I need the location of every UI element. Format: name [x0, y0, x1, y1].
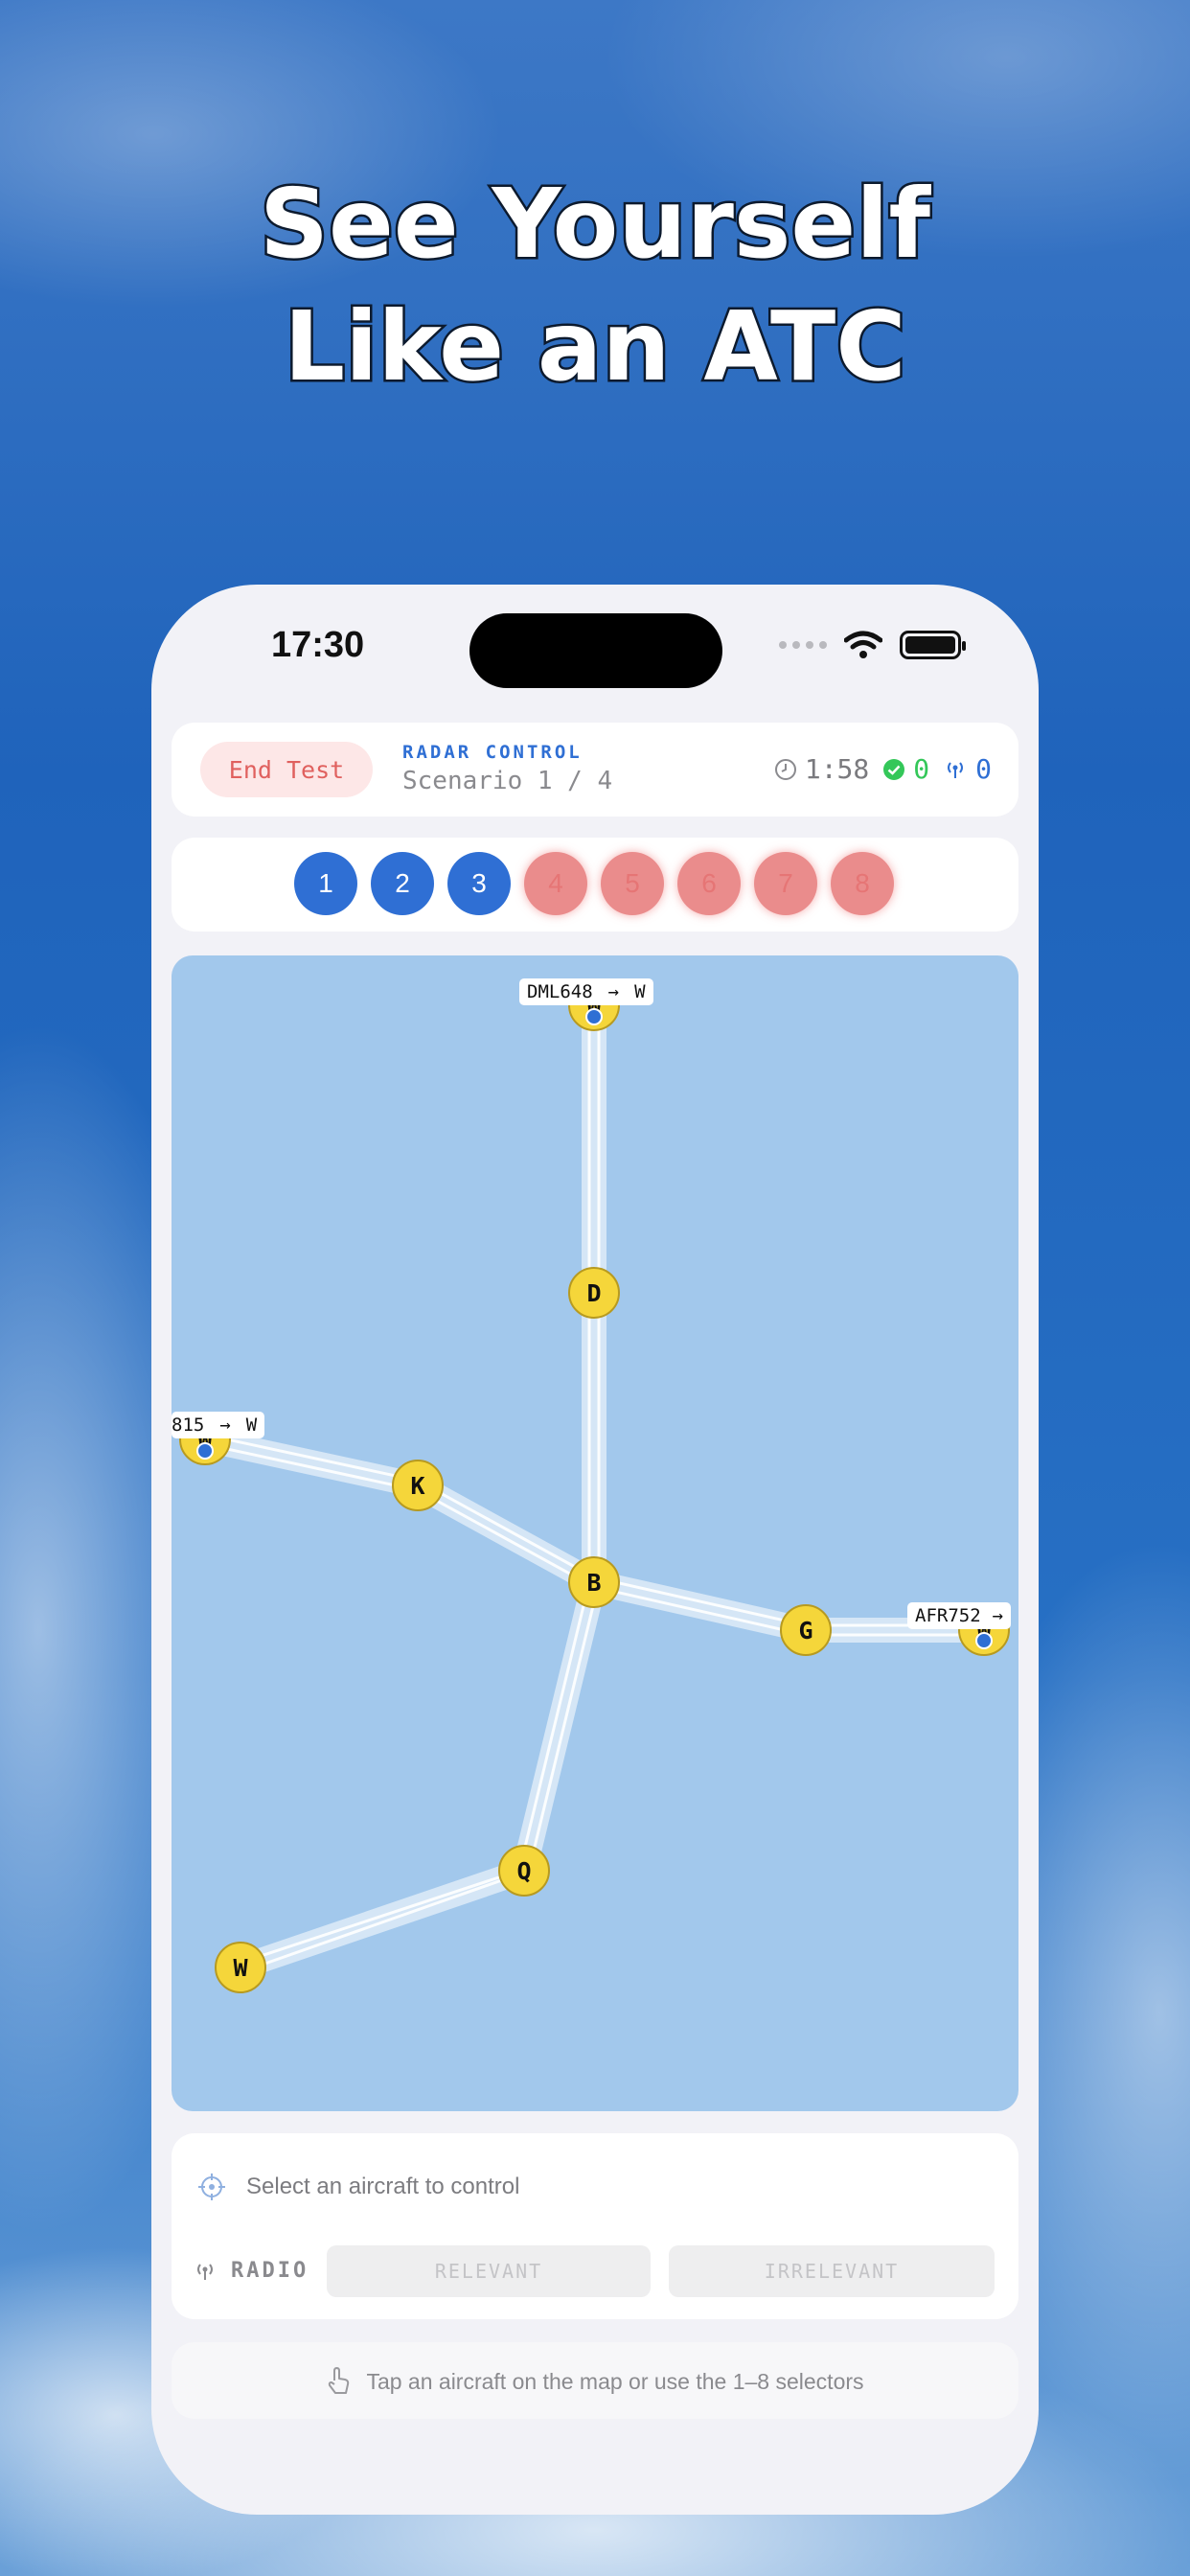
- aircraft-selector-6[interactable]: 6: [677, 852, 741, 915]
- fix-g[interactable]: G: [780, 1604, 832, 1656]
- arrow-icon: →: [992, 1605, 1004, 1626]
- destination: W: [634, 981, 646, 1002]
- control-hint: Select an aircraft to control: [196, 2172, 519, 2202]
- status-time: 17:30: [271, 625, 365, 665]
- scenario-counter: Scenario 1 / 4: [402, 767, 613, 795]
- aircraft-tag-815[interactable]: 815 → W: [172, 1412, 265, 1438]
- arrow-icon: →: [607, 981, 620, 1002]
- aircraft-selector-3[interactable]: 3: [447, 852, 511, 915]
- radar-map[interactable]: W D W K B G W Q W DML648 → W 815 → W AFR…: [172, 955, 1018, 2111]
- tip: Tap an aircraft on the map or use the 1–…: [172, 2367, 1018, 2396]
- aircraft-selector-card: 12345678: [172, 838, 1018, 932]
- tap-icon: [329, 2367, 350, 2394]
- dynamic-island: [469, 613, 722, 688]
- control-card: Select an aircraft to control RADIO RELE…: [172, 2133, 1018, 2319]
- callsign: AFR752: [915, 1605, 981, 1626]
- aircraft-tag-dml648[interactable]: DML648 → W: [519, 978, 653, 1005]
- aircraft-selector-5[interactable]: 5: [601, 852, 664, 915]
- radio-count: 0: [975, 753, 992, 785]
- wifi-icon: [844, 631, 882, 658]
- aircraft-dml648[interactable]: [585, 1008, 603, 1025]
- fix-q[interactable]: Q: [498, 1845, 550, 1897]
- tip-text: Tap an aircraft on the map or use the 1–…: [366, 2368, 864, 2394]
- relevant-button[interactable]: RELEVANT: [327, 2245, 651, 2297]
- destination: W: [245, 1414, 258, 1436]
- stats: 1:58 0 0: [774, 753, 992, 785]
- aircraft-selector-2[interactable]: 2: [371, 852, 434, 915]
- correct-count: 0: [913, 753, 930, 785]
- aircraft-selector-7[interactable]: 7: [754, 852, 817, 915]
- phone-frame: 17:30 End Test RADAR CONTROL Scenario 1 …: [151, 585, 1039, 2515]
- battery-icon: [900, 631, 966, 659]
- header-card: End Test RADAR CONTROL Scenario 1 / 4 1:…: [172, 723, 1018, 816]
- timer: 1:58: [774, 753, 869, 785]
- callsign: DML648: [527, 981, 593, 1002]
- route-lines: [193, 993, 996, 1980]
- fix-k[interactable]: K: [392, 1460, 444, 1511]
- check-icon: [883, 758, 905, 780]
- headline-line-2: Like an ATC: [282, 288, 908, 405]
- headline-line-1: See Yourself: [257, 166, 932, 283]
- status-icons: [779, 631, 966, 659]
- fix-w[interactable]: W: [215, 1942, 266, 1993]
- callsign: 815: [172, 1414, 205, 1436]
- radio-label-group: RADIO: [193, 2245, 309, 2283]
- radio-label: RADIO: [231, 2259, 309, 2283]
- arrow-icon: →: [219, 1414, 231, 1436]
- aircraft-selectors: 12345678: [294, 852, 894, 915]
- signal-icon: [779, 641, 827, 649]
- crosshair-icon: [198, 2174, 225, 2200]
- control-hint-text: Select an aircraft to control: [246, 2174, 520, 2199]
- mode-label: RADAR CONTROL: [402, 742, 583, 763]
- antenna-icon: [197, 2263, 213, 2280]
- clock-icon: [774, 758, 796, 780]
- tip-card: Tap an aircraft on the map or use the 1–…: [172, 2342, 1018, 2419]
- aircraft-815[interactable]: [196, 1442, 214, 1460]
- end-test-button[interactable]: End Test: [200, 742, 373, 797]
- antenna-icon: [948, 761, 964, 778]
- headline: See Yourself Like an ATC: [0, 163, 1190, 408]
- aircraft-selector-4[interactable]: 4: [524, 852, 587, 915]
- aircraft-selector-1[interactable]: 1: [294, 852, 357, 915]
- timer-value: 1:58: [804, 753, 870, 785]
- fix-d[interactable]: D: [568, 1267, 620, 1319]
- aircraft-tag-afr752[interactable]: AFR752 →: [907, 1602, 1012, 1629]
- fix-b[interactable]: B: [568, 1556, 620, 1608]
- correct-stat: 0: [882, 753, 929, 785]
- aircraft-afr752[interactable]: [975, 1632, 993, 1649]
- aircraft-selector-8[interactable]: 8: [831, 852, 894, 915]
- radio-stat: 0: [943, 753, 992, 785]
- irrelevant-button[interactable]: IRRELEVANT: [669, 2245, 995, 2297]
